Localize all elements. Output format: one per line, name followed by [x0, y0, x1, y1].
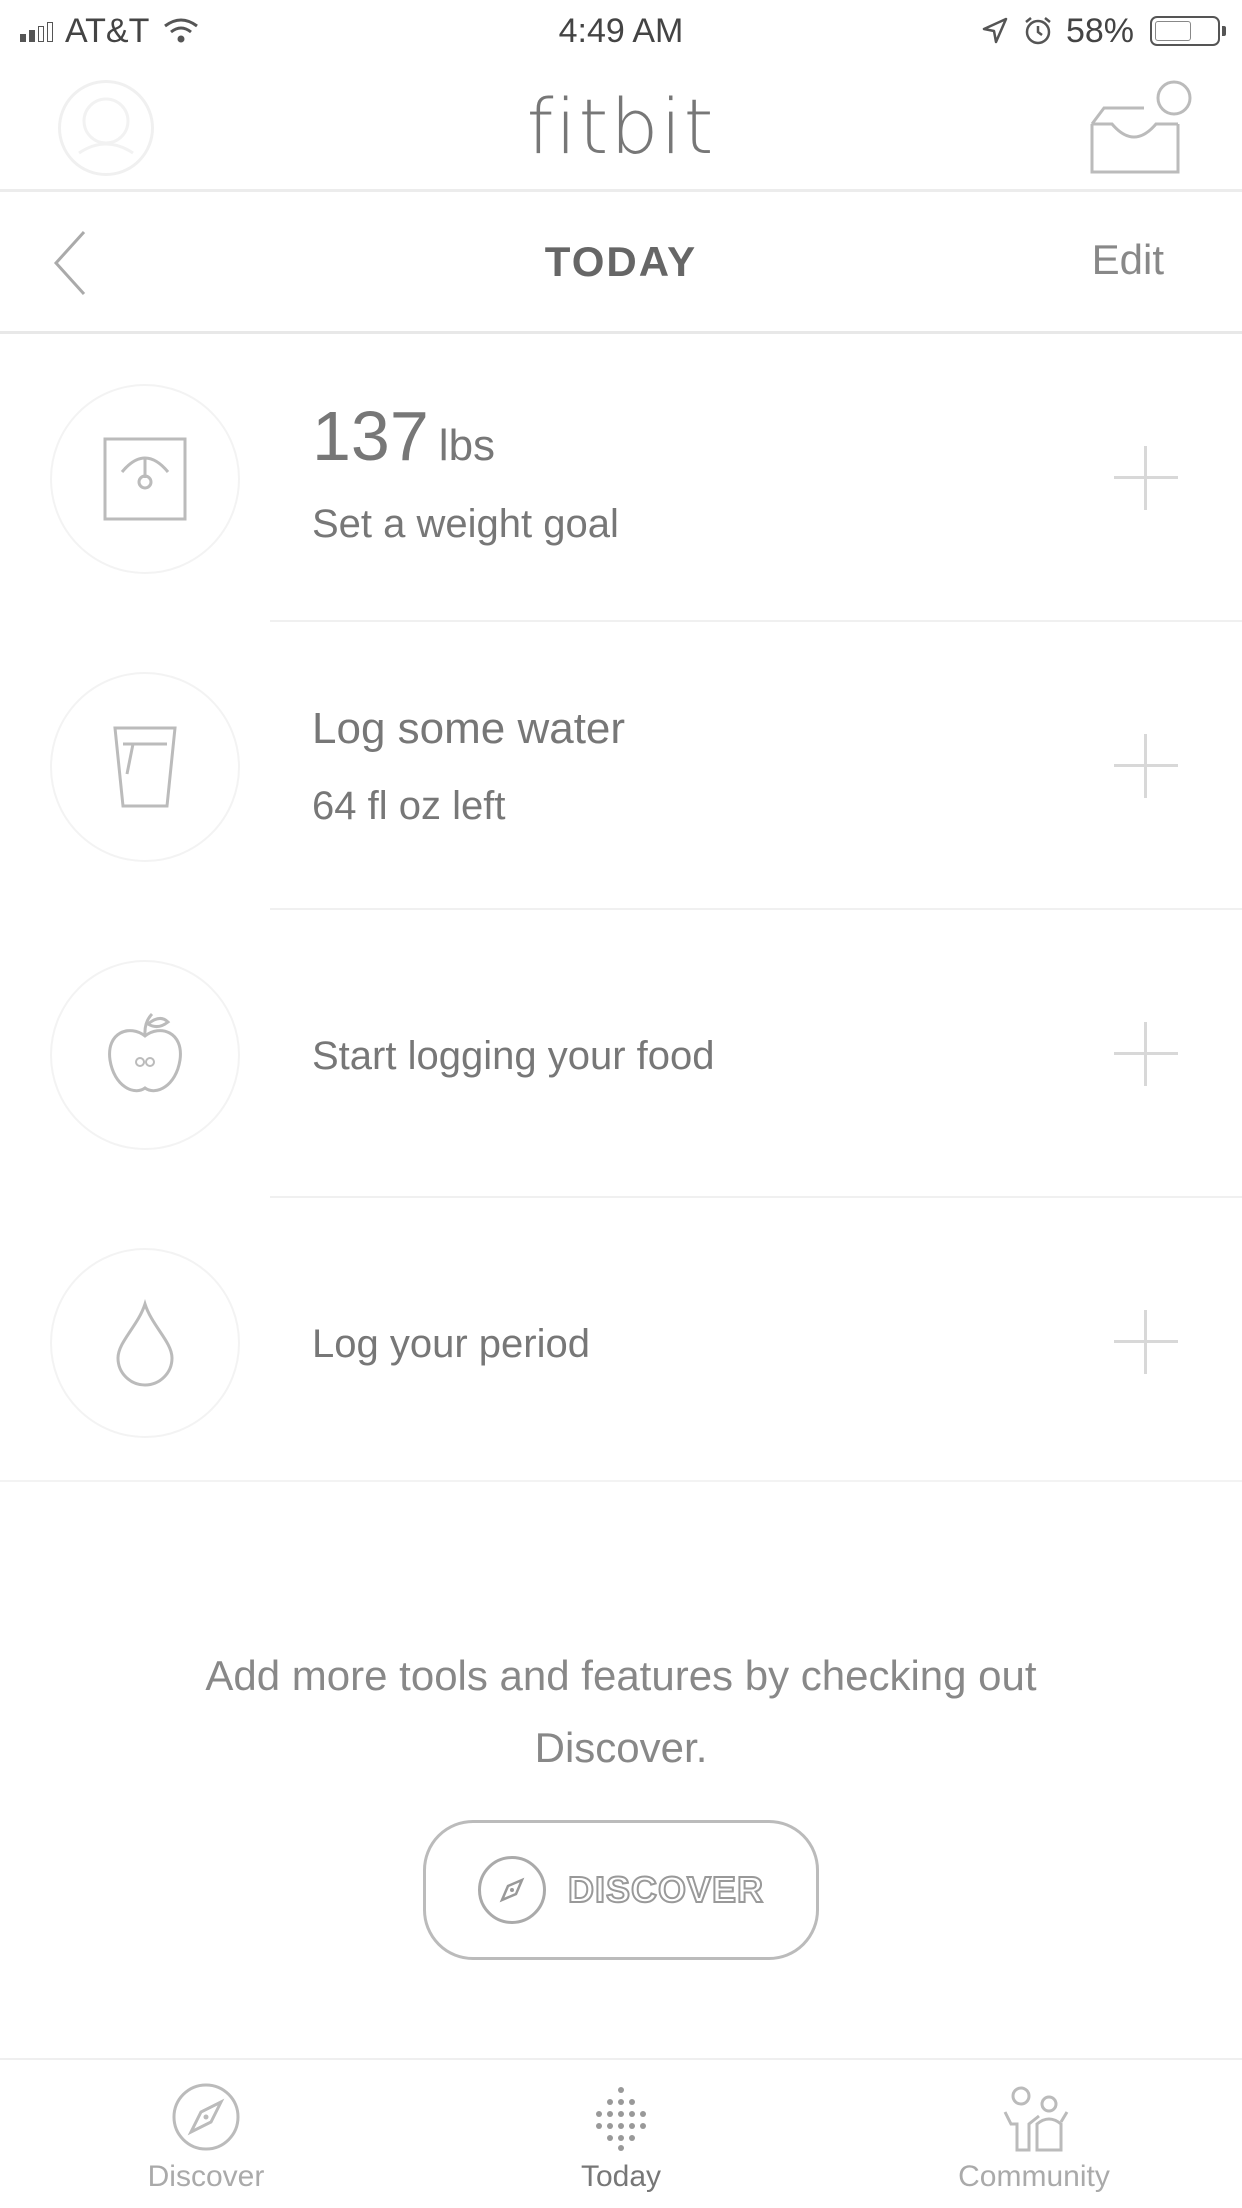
water-remaining: 64 fl oz left	[312, 784, 506, 828]
discover-button-label: DISCOVER	[567, 1868, 765, 1911]
tab-discover-label: Discover	[147, 2160, 265, 2193]
add-food-button[interactable]	[1114, 1022, 1178, 1086]
app-header: fitbit	[0, 62, 1242, 192]
divider	[0, 1480, 1242, 1482]
weight-value: 137 lbs	[312, 397, 496, 475]
water-tile[interactable]: Log some water 64 fl oz left	[0, 622, 1242, 910]
tab-today[interactable]: Today	[491, 2072, 751, 2202]
scale-icon	[103, 437, 187, 521]
inbox-icon[interactable]	[1082, 72, 1192, 182]
add-period-button[interactable]	[1114, 1310, 1178, 1374]
alarm-icon	[1025, 17, 1051, 45]
droplet-icon	[116, 1299, 174, 1387]
apple-icon	[108, 1012, 182, 1093]
status-bar: AT&T 4:49 AM 58%	[0, 0, 1242, 62]
food-title: Start logging your food	[312, 1034, 715, 1078]
period-title: Log your period	[312, 1322, 590, 1366]
carrier-label: AT&T	[65, 11, 150, 50]
compass-icon	[477, 1856, 546, 1924]
tab-bar: Discover Today Community	[0, 2058, 1242, 2208]
discover-button[interactable]: DISCOVER	[423, 1820, 819, 1960]
screen: AT&T 4:49 AM 58% fitbit TODAY Edit 137 l…	[0, 0, 1242, 2208]
dots-icon	[596, 2087, 646, 2151]
tab-discover[interactable]: Discover	[76, 2072, 336, 2202]
weight-tile[interactable]: 137 lbs Set a weight goal	[0, 334, 1242, 622]
battery-icon	[1150, 16, 1226, 46]
tab-community[interactable]: Community	[904, 2072, 1164, 2202]
period-icon-circle	[50, 1248, 240, 1438]
period-tile[interactable]: Log your period	[0, 1198, 1242, 1486]
water-glass-icon	[113, 726, 177, 808]
water-title: Log some water	[312, 704, 626, 753]
add-water-button[interactable]	[1114, 734, 1178, 798]
signal-icon	[20, 20, 53, 42]
tab-community-label: Community	[958, 2160, 1110, 2193]
weight-goal-label: Set a weight goal	[312, 502, 619, 546]
location-icon	[982, 17, 1008, 44]
add-weight-button[interactable]	[1114, 446, 1178, 510]
compass-icon	[172, 2083, 240, 2151]
fitbit-logo: fitbit	[526, 82, 716, 171]
page-title: TODAY	[544, 238, 698, 285]
water-icon-circle	[50, 672, 240, 862]
battery-percent: 58%	[1065, 11, 1134, 50]
food-icon-circle	[50, 960, 240, 1150]
tab-today-label: Today	[580, 2160, 662, 2193]
weight-unit: lbs	[438, 421, 496, 470]
community-icon	[1003, 2086, 1069, 2152]
discover-promo-text: Add more tools and features by checking …	[205, 1652, 1037, 1771]
food-tile[interactable]: Start logging your food	[0, 910, 1242, 1198]
wifi-icon	[164, 18, 199, 43]
sub-header: TODAY Edit	[0, 192, 1242, 334]
weight-icon-circle	[50, 384, 240, 574]
clock-label: 4:49 AM	[558, 11, 684, 50]
edit-button[interactable]: Edit	[1092, 236, 1164, 284]
